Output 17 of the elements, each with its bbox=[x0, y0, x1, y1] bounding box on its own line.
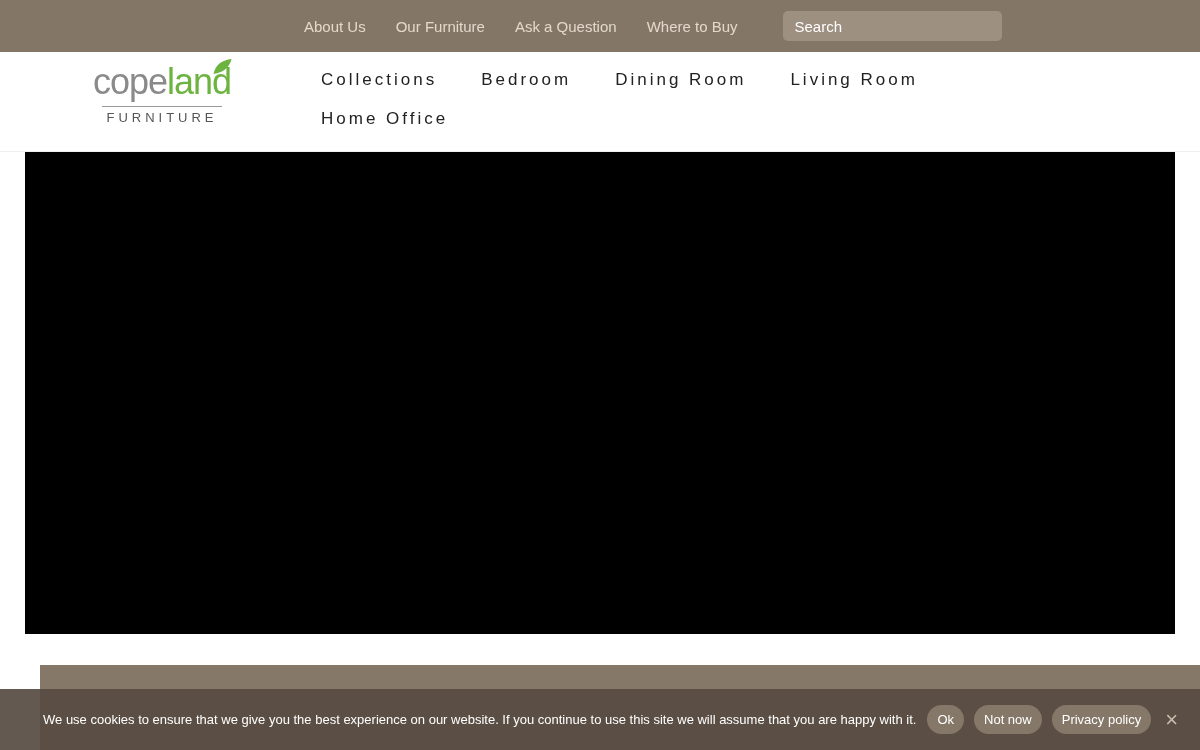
cookie-message: We use cookies to ensure that we give you the best experience on our website. If you continue to use this site we will assume that you are happy with it. bbox=[43, 712, 917, 727]
menu-item[interactable]: Living Room bbox=[768, 67, 940, 93]
menu-item[interactable]: Collections bbox=[299, 67, 460, 93]
menu-item[interactable]: Home Office bbox=[299, 106, 471, 132]
nav-link[interactable]: About Us bbox=[289, 17, 381, 35]
menu-item[interactable]: Bedroom bbox=[459, 67, 594, 93]
nav-link[interactable]: Ask a Question bbox=[499, 17, 632, 35]
menu-item[interactable]: Dining Room bbox=[593, 67, 769, 93]
nav-link[interactable]: Our Furniture bbox=[380, 17, 500, 35]
nav-link[interactable]: Where to Buy bbox=[631, 17, 753, 35]
logo[interactable]: copeland FURNITURE bbox=[87, 62, 237, 125]
cookie-button[interactable]: Privacy policy bbox=[1051, 705, 1152, 734]
search-field[interactable]: Search bbox=[782, 11, 1002, 41]
cookie-button[interactable]: Not now bbox=[974, 705, 1042, 734]
video-player[interactable] bbox=[25, 152, 1175, 634]
cookie-button[interactable]: Ok bbox=[927, 705, 965, 734]
close-button[interactable]: × bbox=[1165, 706, 1179, 733]
